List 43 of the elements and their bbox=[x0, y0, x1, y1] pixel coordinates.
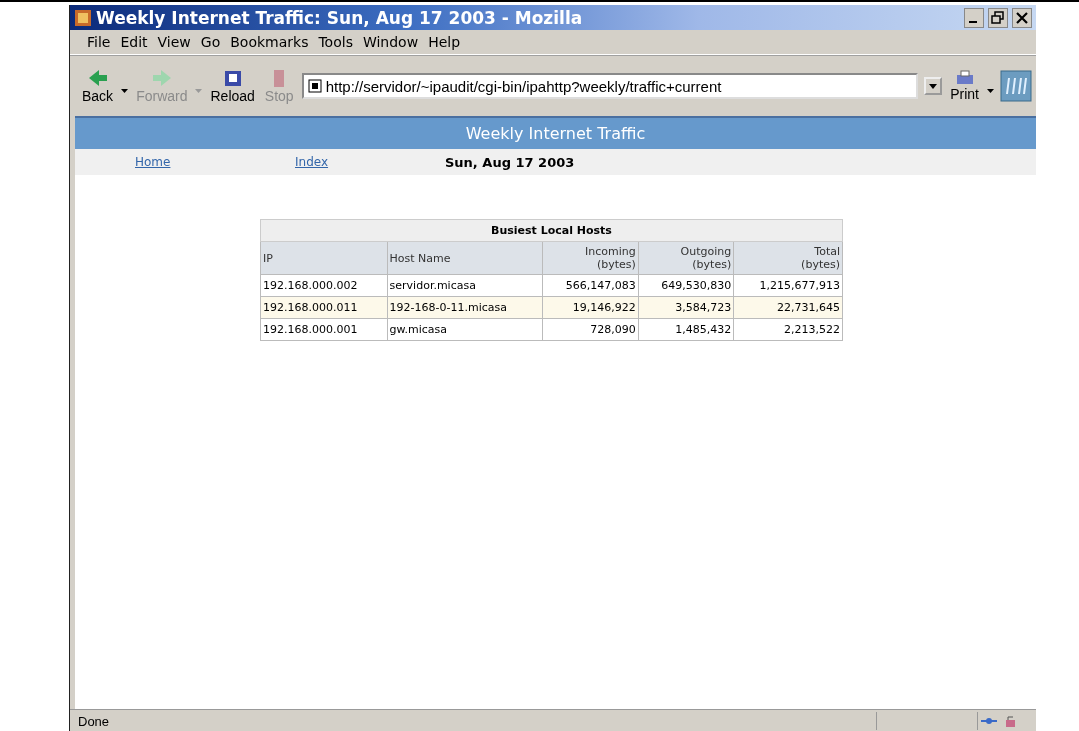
toolbar-button[interactable]: Back bbox=[80, 68, 116, 104]
minimize-icon[interactable] bbox=[964, 7, 984, 28]
address-field[interactable]: http://servidor/~ipaudit/cgi-bin/ipahttp?weekly/traffic+current bbox=[301, 73, 919, 99]
column-header: Incoming (bytes) bbox=[542, 241, 639, 275]
window-title: Weekly Internet Traffic: Sun, Aug 17 2003 - Mozilla bbox=[96, 7, 584, 28]
close-icon[interactable] bbox=[1012, 7, 1032, 28]
caret-icon bbox=[929, 83, 938, 89]
table-cell: 192-168-0-11.micasa bbox=[387, 296, 543, 319]
table-cell: gw.micasa bbox=[387, 318, 543, 341]
browser-icon bbox=[74, 8, 92, 27]
menu-item[interactable]: Window bbox=[359, 33, 422, 51]
caret-icon[interactable] bbox=[987, 89, 994, 93]
column-header: Host Name bbox=[387, 241, 543, 275]
column-header: Total (bytes) bbox=[733, 241, 843, 275]
logo-icon bbox=[1000, 70, 1032, 102]
printer-icon bbox=[954, 70, 975, 86]
table-cell: 192.168.000.001 bbox=[260, 318, 388, 341]
url-text: http://servidor/~ipaudit/cgi-bin/ipahttp?weekly/traffic+current bbox=[325, 77, 722, 95]
table-cell: 192.168.000.002 bbox=[260, 274, 388, 297]
table-cell: servidor.micasa bbox=[387, 274, 543, 297]
nav-link[interactable]: Index bbox=[295, 155, 329, 169]
menu-item[interactable]: View bbox=[154, 33, 194, 51]
menu-item[interactable]: Tools bbox=[315, 33, 356, 51]
column-header: IP bbox=[260, 241, 388, 275]
nav-link[interactable]: Home bbox=[135, 155, 171, 169]
restore-icon[interactable] bbox=[988, 7, 1008, 28]
page-banner: Weekly Internet Traffic bbox=[75, 116, 1036, 149]
forward-arrow-icon bbox=[150, 68, 173, 88]
print-button[interactable]: Print bbox=[948, 70, 981, 102]
menu-item[interactable]: Edit bbox=[117, 33, 151, 51]
menu-item[interactable]: Help bbox=[425, 33, 464, 51]
status-text: Done bbox=[77, 713, 111, 729]
table-cell: 192.168.000.011 bbox=[260, 296, 388, 319]
toolbar-button[interactable]: Reload bbox=[208, 68, 257, 104]
page-icon bbox=[307, 79, 322, 93]
menu-item[interactable]: Bookmarks bbox=[227, 33, 312, 51]
column-header: Outgoing (bytes) bbox=[638, 241, 734, 275]
dropdown-button[interactable] bbox=[924, 77, 943, 95]
caret-icon[interactable] bbox=[121, 89, 129, 93]
menu-item[interactable]: File bbox=[84, 33, 114, 51]
report-date: Sun, Aug 17 2003 bbox=[445, 154, 576, 170]
table-caption: Busiest Local Hosts bbox=[260, 219, 843, 242]
menu-item[interactable]: Go bbox=[197, 33, 224, 51]
